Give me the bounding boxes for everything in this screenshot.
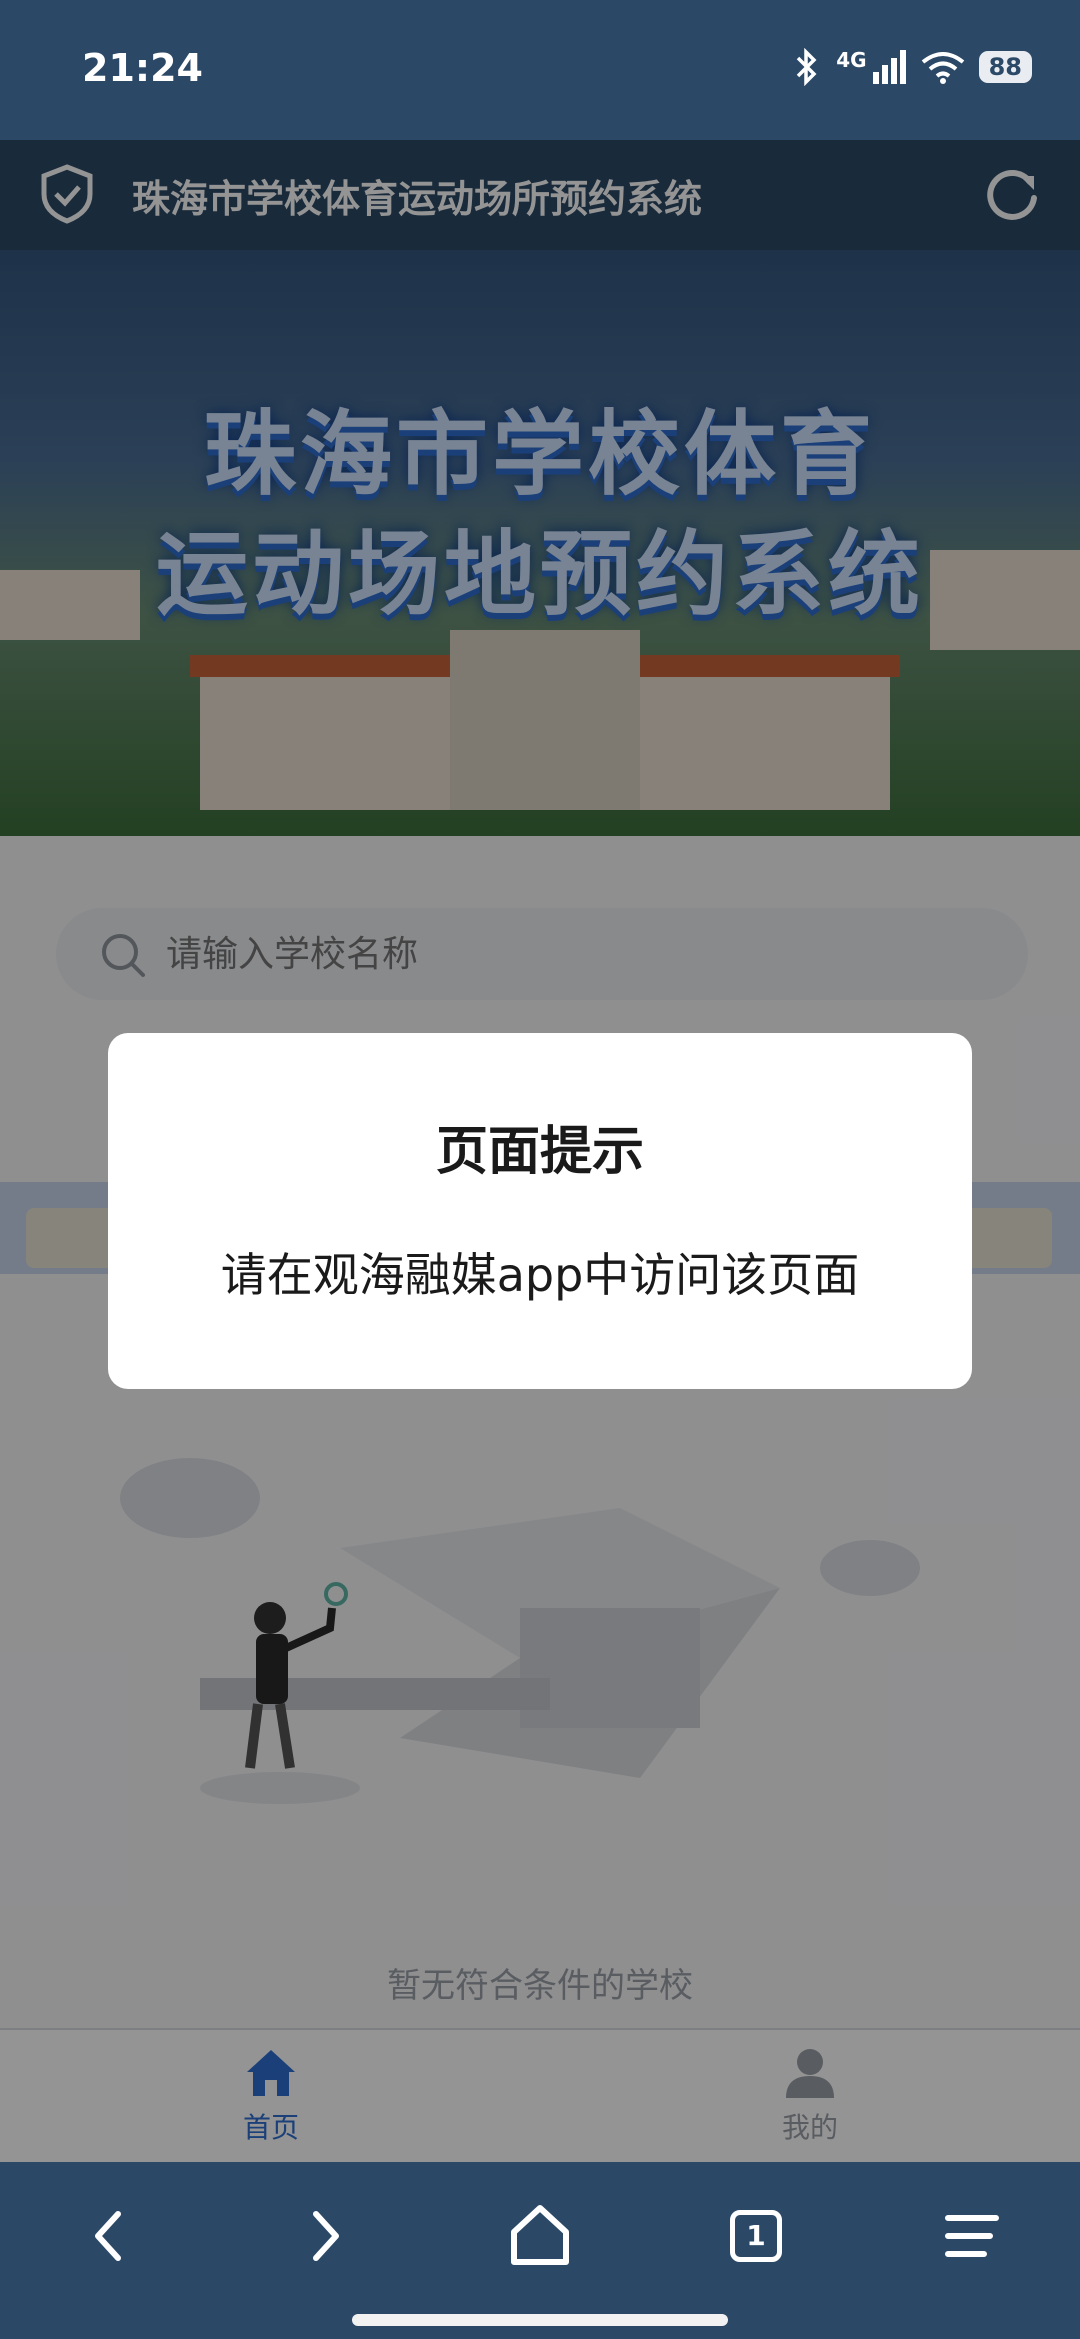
status-icons: 4G 88 bbox=[792, 48, 1032, 86]
home-indicator bbox=[352, 2314, 728, 2326]
battery-indicator: 88 bbox=[978, 51, 1032, 83]
dialog-message: 请在观海融媒app中访问该页面 bbox=[220, 1248, 860, 1302]
status-bar: 21:24 4G 88 bbox=[0, 0, 1080, 140]
tabs-icon: 1 bbox=[730, 2210, 782, 2262]
home-nav-icon[interactable] bbox=[500, 2196, 580, 2276]
network-type: 4G bbox=[836, 48, 867, 72]
menu-icon[interactable] bbox=[932, 2196, 1012, 2276]
status-time: 21:24 bbox=[82, 46, 203, 90]
alert-dialog: 页面提示 请在观海融媒app中访问该页面 bbox=[108, 1033, 972, 1389]
back-icon[interactable] bbox=[70, 2196, 150, 2276]
dialog-title: 页面提示 bbox=[435, 1122, 644, 1182]
tabs-button[interactable]: 1 bbox=[716, 2196, 796, 2276]
tab-count: 1 bbox=[746, 2219, 766, 2252]
forward-icon[interactable] bbox=[284, 2196, 364, 2276]
bluetooth-icon bbox=[797, 48, 817, 86]
browser-nav-bar: 1 bbox=[0, 2162, 1080, 2339]
signal-icon bbox=[872, 50, 906, 84]
wifi-icon bbox=[921, 52, 964, 84]
